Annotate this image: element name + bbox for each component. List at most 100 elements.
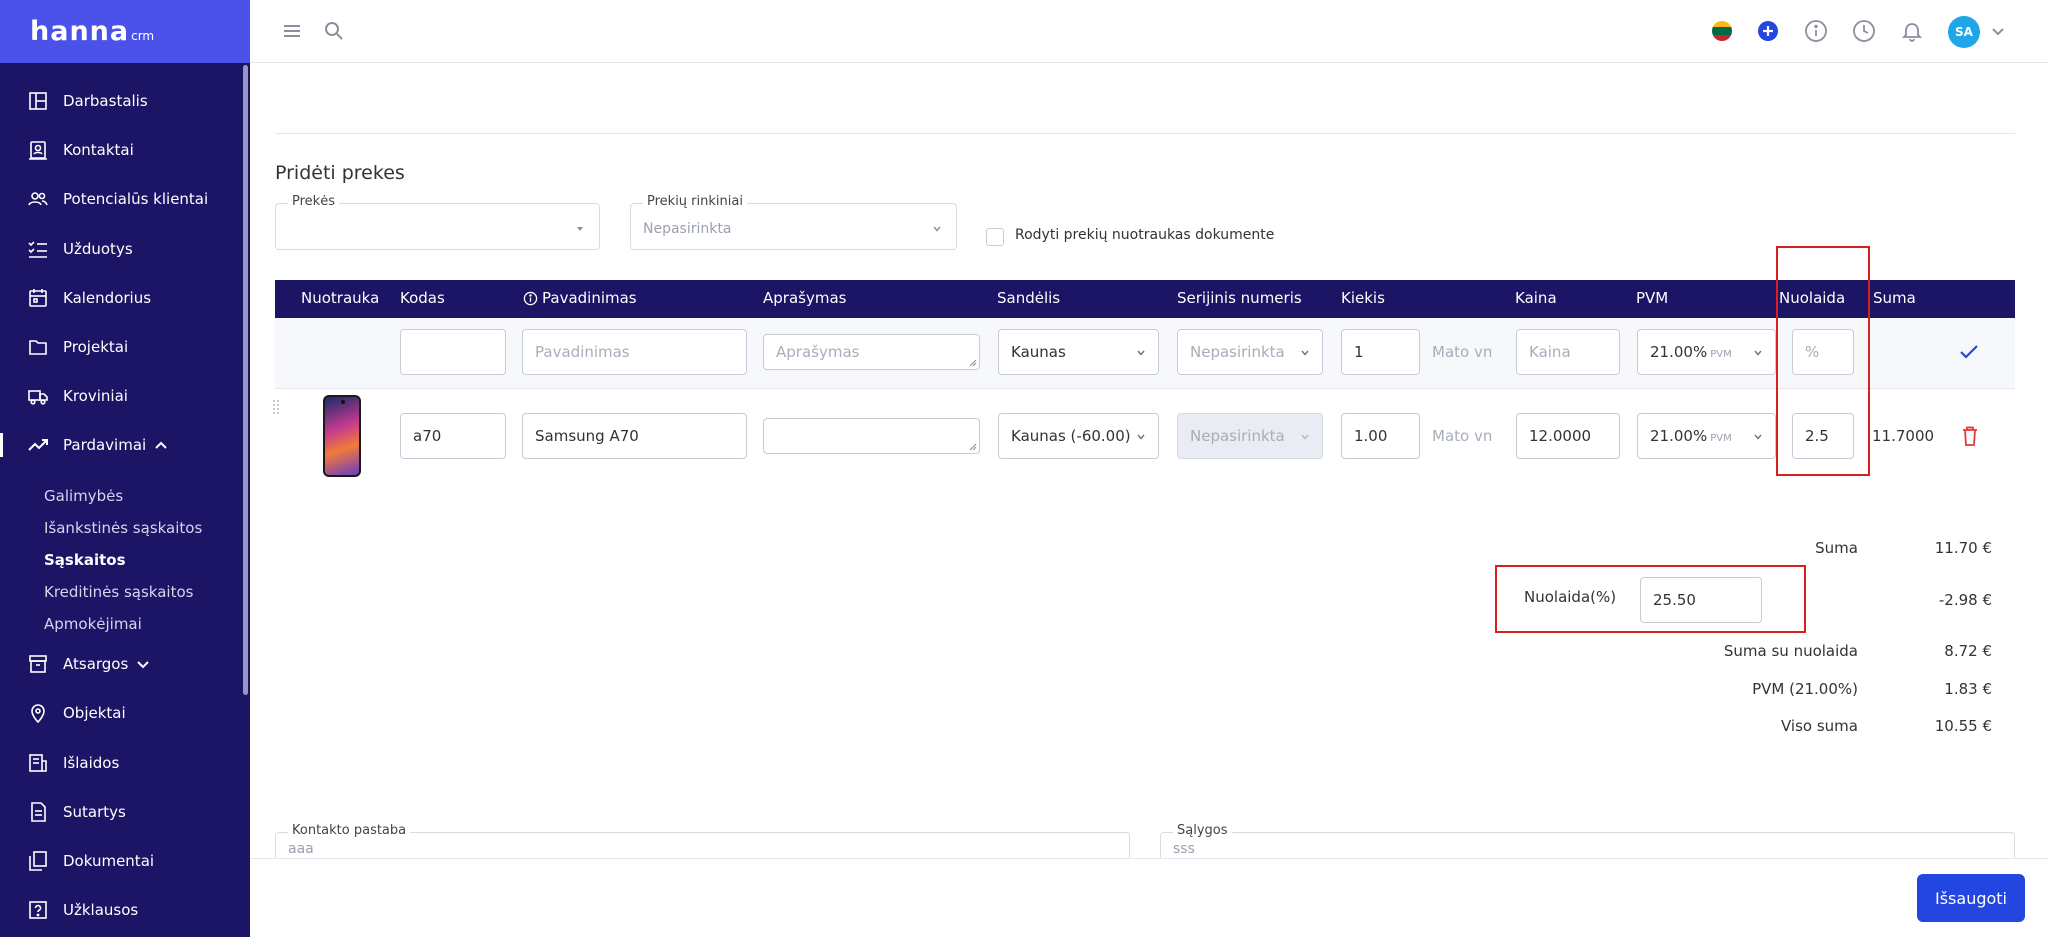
page-title: Pridėti prekes: [275, 162, 405, 184]
sidebar-item-dokumentai[interactable]: Dokumentai: [0, 841, 243, 881]
totals-sum-value: 11.70 €: [1934, 539, 1992, 557]
tasks-icon: [28, 239, 48, 259]
delete-trash-icon[interactable]: [1962, 426, 1978, 446]
sidebar-item-pardavimai[interactable]: Pardavimai: [0, 425, 243, 465]
col-vat: PVM: [1636, 289, 1669, 307]
sidebar-subitem-kreditines-saskaitos[interactable]: Kreditinės sąskaitos: [44, 580, 193, 604]
new-unit-label: Mato vn: [1432, 343, 1493, 361]
col-warehouse: Sandėlis: [997, 289, 1061, 307]
sidebar-subitem-isankstines-saskaitos[interactable]: Išankstinės sąskaitos: [44, 516, 202, 540]
row-quantity-input[interactable]: 1.00: [1341, 413, 1420, 459]
totals-total-label: Viso suma: [1781, 717, 1858, 735]
chevron-down-icon: [1754, 350, 1762, 356]
sidebar-subitem-galimybes[interactable]: Galimybės: [44, 484, 123, 508]
row-description-input[interactable]: [763, 418, 980, 454]
confirm-check-icon[interactable]: [1959, 344, 1979, 360]
totals-sum-with-discount-value: 8.72 €: [1944, 642, 1992, 660]
sidebar-item-label: Išlaidos: [63, 754, 120, 772]
sidebar-item-sutartys[interactable]: Sutartys: [0, 792, 243, 832]
sidebar-item-label: Sutartys: [63, 803, 126, 821]
search-icon[interactable]: [322, 19, 346, 43]
col-quantity: Kiekis: [1341, 289, 1385, 307]
truck-icon: [28, 386, 48, 406]
menu-icon[interactable]: [280, 19, 304, 43]
new-price-input[interactable]: Kaina: [1516, 329, 1620, 375]
sidebar-item-kalendorius[interactable]: Kalendorius: [0, 278, 243, 318]
leads-icon: [28, 189, 48, 209]
avatar[interactable]: SA: [1948, 16, 1980, 48]
product-select-label: Prekės: [288, 194, 339, 209]
bell-icon[interactable]: [1900, 19, 1924, 43]
new-quantity-input[interactable]: 1: [1341, 329, 1420, 375]
sidebar-item-atsargos[interactable]: Atsargos: [0, 644, 243, 684]
row-price-input[interactable]: 12.0000: [1516, 413, 1620, 459]
save-button[interactable]: Išsaugoti: [1917, 874, 2025, 922]
col-price: Kaina: [1515, 289, 1557, 307]
discount-column-highlight: [1776, 246, 1870, 476]
section-divider: [275, 133, 2015, 134]
sidebar-item-uzduotys[interactable]: Užduotys: [0, 229, 243, 269]
show-photos-checkbox[interactable]: [986, 228, 1004, 246]
row-warehouse-select[interactable]: Kaunas (-60.00): [998, 413, 1159, 459]
sidebar-item-label: Potencialūs klientai: [63, 190, 209, 208]
sidebar-item-label: Kroviniai: [63, 387, 128, 405]
sidebar-item-kroviniai[interactable]: Kroviniai: [0, 376, 243, 416]
chevron-down-icon: [1301, 434, 1309, 440]
brand-sub: crm: [131, 28, 155, 43]
language-flag-icon[interactable]: [1710, 19, 1734, 43]
product-select[interactable]: Prekės: [275, 194, 600, 250]
sidebar-item-label: Darbastalis: [63, 92, 148, 110]
totals-total-value: 10.55 €: [1934, 717, 1992, 735]
row-code-input[interactable]: a70: [400, 413, 506, 459]
new-warehouse-select[interactable]: Kaunas: [998, 329, 1159, 375]
sidebar-scrollbar[interactable]: [243, 65, 248, 695]
brand-logo[interactable]: hanna crm: [0, 0, 250, 63]
clock-icon[interactable]: [1852, 19, 1876, 43]
resize-handle-icon[interactable]: [969, 443, 977, 451]
documents-icon: [28, 851, 48, 871]
row-vat-select[interactable]: 21.00% PVM: [1637, 413, 1776, 459]
col-photo: Nuotrauka: [301, 289, 380, 307]
contract-icon: [28, 802, 48, 822]
totals-vat-value: 1.83 €: [1944, 680, 1992, 698]
new-name-input[interactable]: Pavadinimas: [522, 329, 747, 375]
product-set-value: Nepasirinkta: [643, 221, 732, 237]
totals-sum-label: Suma: [1815, 539, 1858, 557]
sidebar-item-darbastalis[interactable]: Darbastalis: [0, 81, 243, 121]
sidebar-item-kontaktai[interactable]: Kontaktai: [0, 130, 243, 170]
sidebar-subitem-apmokejimai[interactable]: Apmokėjimai: [44, 612, 142, 636]
row-serial-select: Nepasirinkta: [1177, 413, 1323, 459]
new-description-input[interactable]: Aprašymas: [763, 334, 980, 370]
product-photo: [323, 395, 361, 477]
sidebar-item-uzklausos[interactable]: Užklausos: [0, 890, 243, 930]
info-icon[interactable]: [523, 291, 538, 306]
sidebar-subitem-saskaitos[interactable]: Sąskaitos: [44, 548, 126, 572]
dashboard-icon: [28, 91, 48, 111]
sidebar-item-potencialus-klientai[interactable]: Potencialūs klientai: [0, 179, 243, 219]
sidebar-item-label: Pardavimai: [63, 436, 147, 454]
row-name-input[interactable]: Samsung A70: [522, 413, 747, 459]
chevron-down-icon: [1754, 434, 1762, 440]
sidebar-item-objektai[interactable]: Objektai: [0, 693, 243, 733]
sidebar-item-islaidos[interactable]: Išlaidos: [0, 743, 243, 783]
new-serial-select[interactable]: Nepasirinkta: [1177, 329, 1323, 375]
drag-handle-icon[interactable]: [272, 399, 280, 415]
receipt-icon: [28, 753, 48, 773]
trend-icon: [28, 435, 48, 455]
totals-vat-label: PVM (21.00%): [1752, 680, 1858, 698]
new-code-input[interactable]: [400, 329, 506, 375]
chevron-down-icon: [1137, 350, 1145, 356]
chevron-down-icon: [137, 661, 150, 669]
row-unit-label: Mato vn: [1432, 427, 1493, 445]
new-vat-select[interactable]: 21.00% PVM: [1637, 329, 1776, 375]
contact-note-value: aaa: [288, 841, 314, 857]
chevron-down-icon[interactable]: [1986, 19, 2010, 43]
sidebar-item-projektai[interactable]: Projektai: [0, 327, 243, 367]
col-serial: Serijinis numeris: [1177, 289, 1302, 307]
resize-handle-icon[interactable]: [969, 359, 977, 367]
product-set-select[interactable]: Prekių rinkiniai Nepasirinkta: [630, 194, 957, 250]
info-icon[interactable]: [1804, 19, 1828, 43]
question-icon: [28, 900, 48, 920]
sidebar-item-label: Projektai: [63, 338, 129, 356]
add-icon[interactable]: [1756, 19, 1780, 43]
